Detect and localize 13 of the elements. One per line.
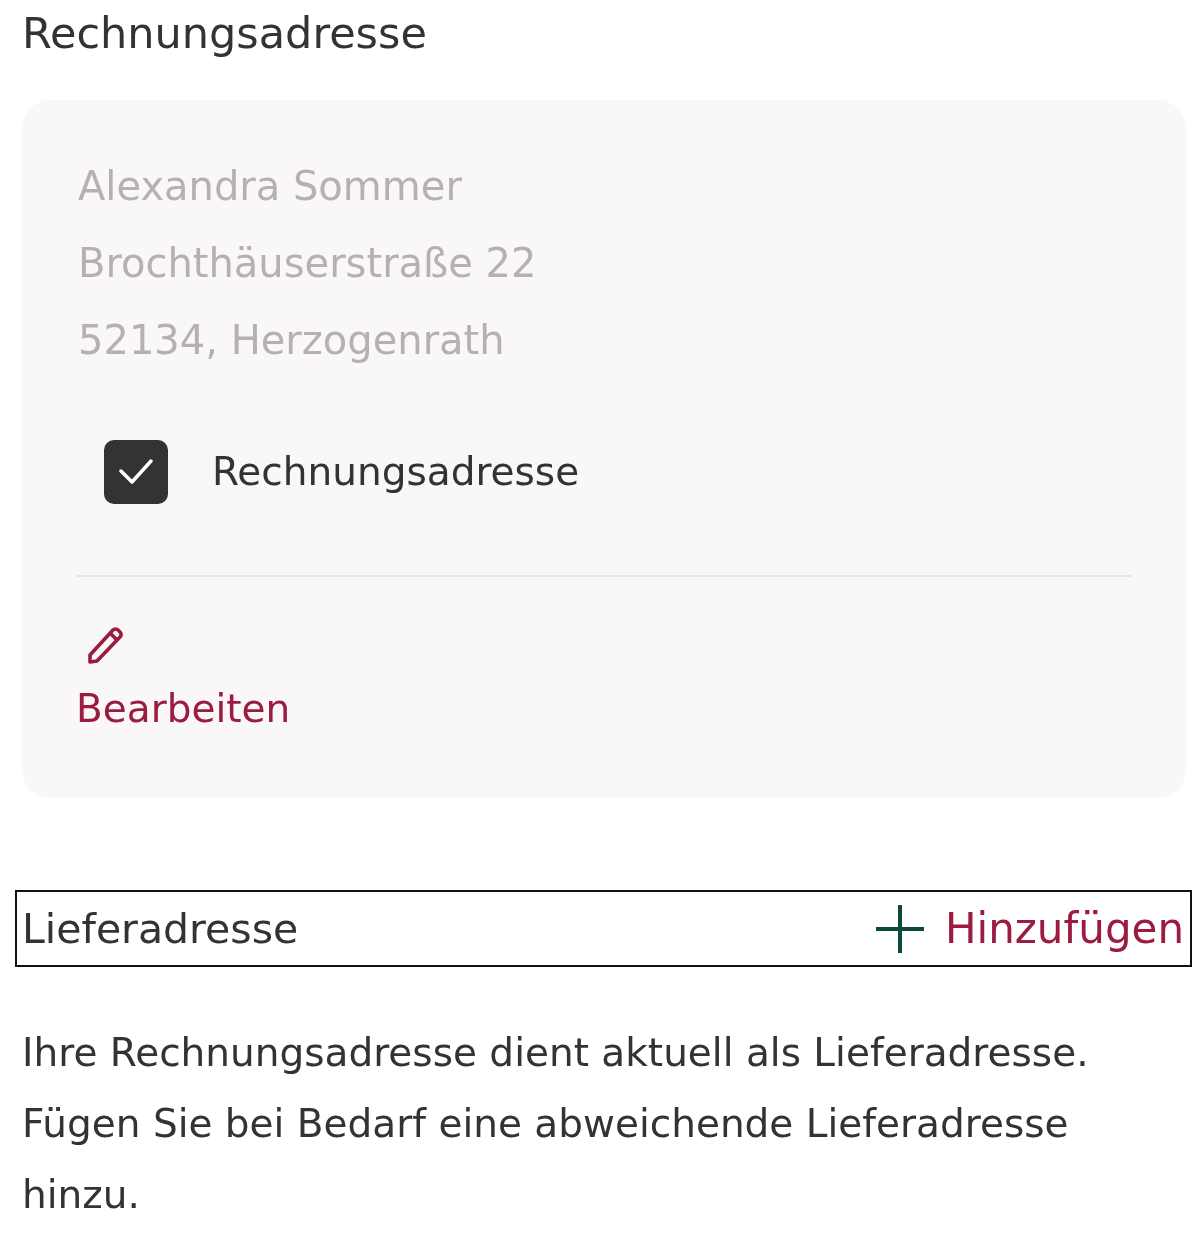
add-button[interactable]: Hinzufügen: [874, 903, 1184, 954]
address-line: Brochthäuserstraße 22: [78, 239, 538, 288]
info-paragraph: Ihre Rechnungsadresse dient aktuell als Lieferadresse. Fügen Sie bei Bedarf eine abweichende Lieferadresse hinzu.: [22, 1029, 1090, 1219]
edit-link[interactable]: Bearbeiten: [76, 685, 291, 733]
checkbox-label[interactable]: Rechnungsadresse: [212, 448, 580, 496]
address-line: 52134, Herzogenrath: [78, 316, 506, 365]
section-heading: Rechnungsadresse: [22, 7, 428, 60]
check-icon: [119, 459, 153, 485]
address-line: Alexandra Sommer: [78, 162, 463, 211]
pencil-icon[interactable]: [86, 624, 126, 664]
checkbox[interactable]: [104, 440, 168, 504]
section-heading: Lieferadresse: [22, 904, 299, 953]
plus-icon: [874, 903, 925, 954]
